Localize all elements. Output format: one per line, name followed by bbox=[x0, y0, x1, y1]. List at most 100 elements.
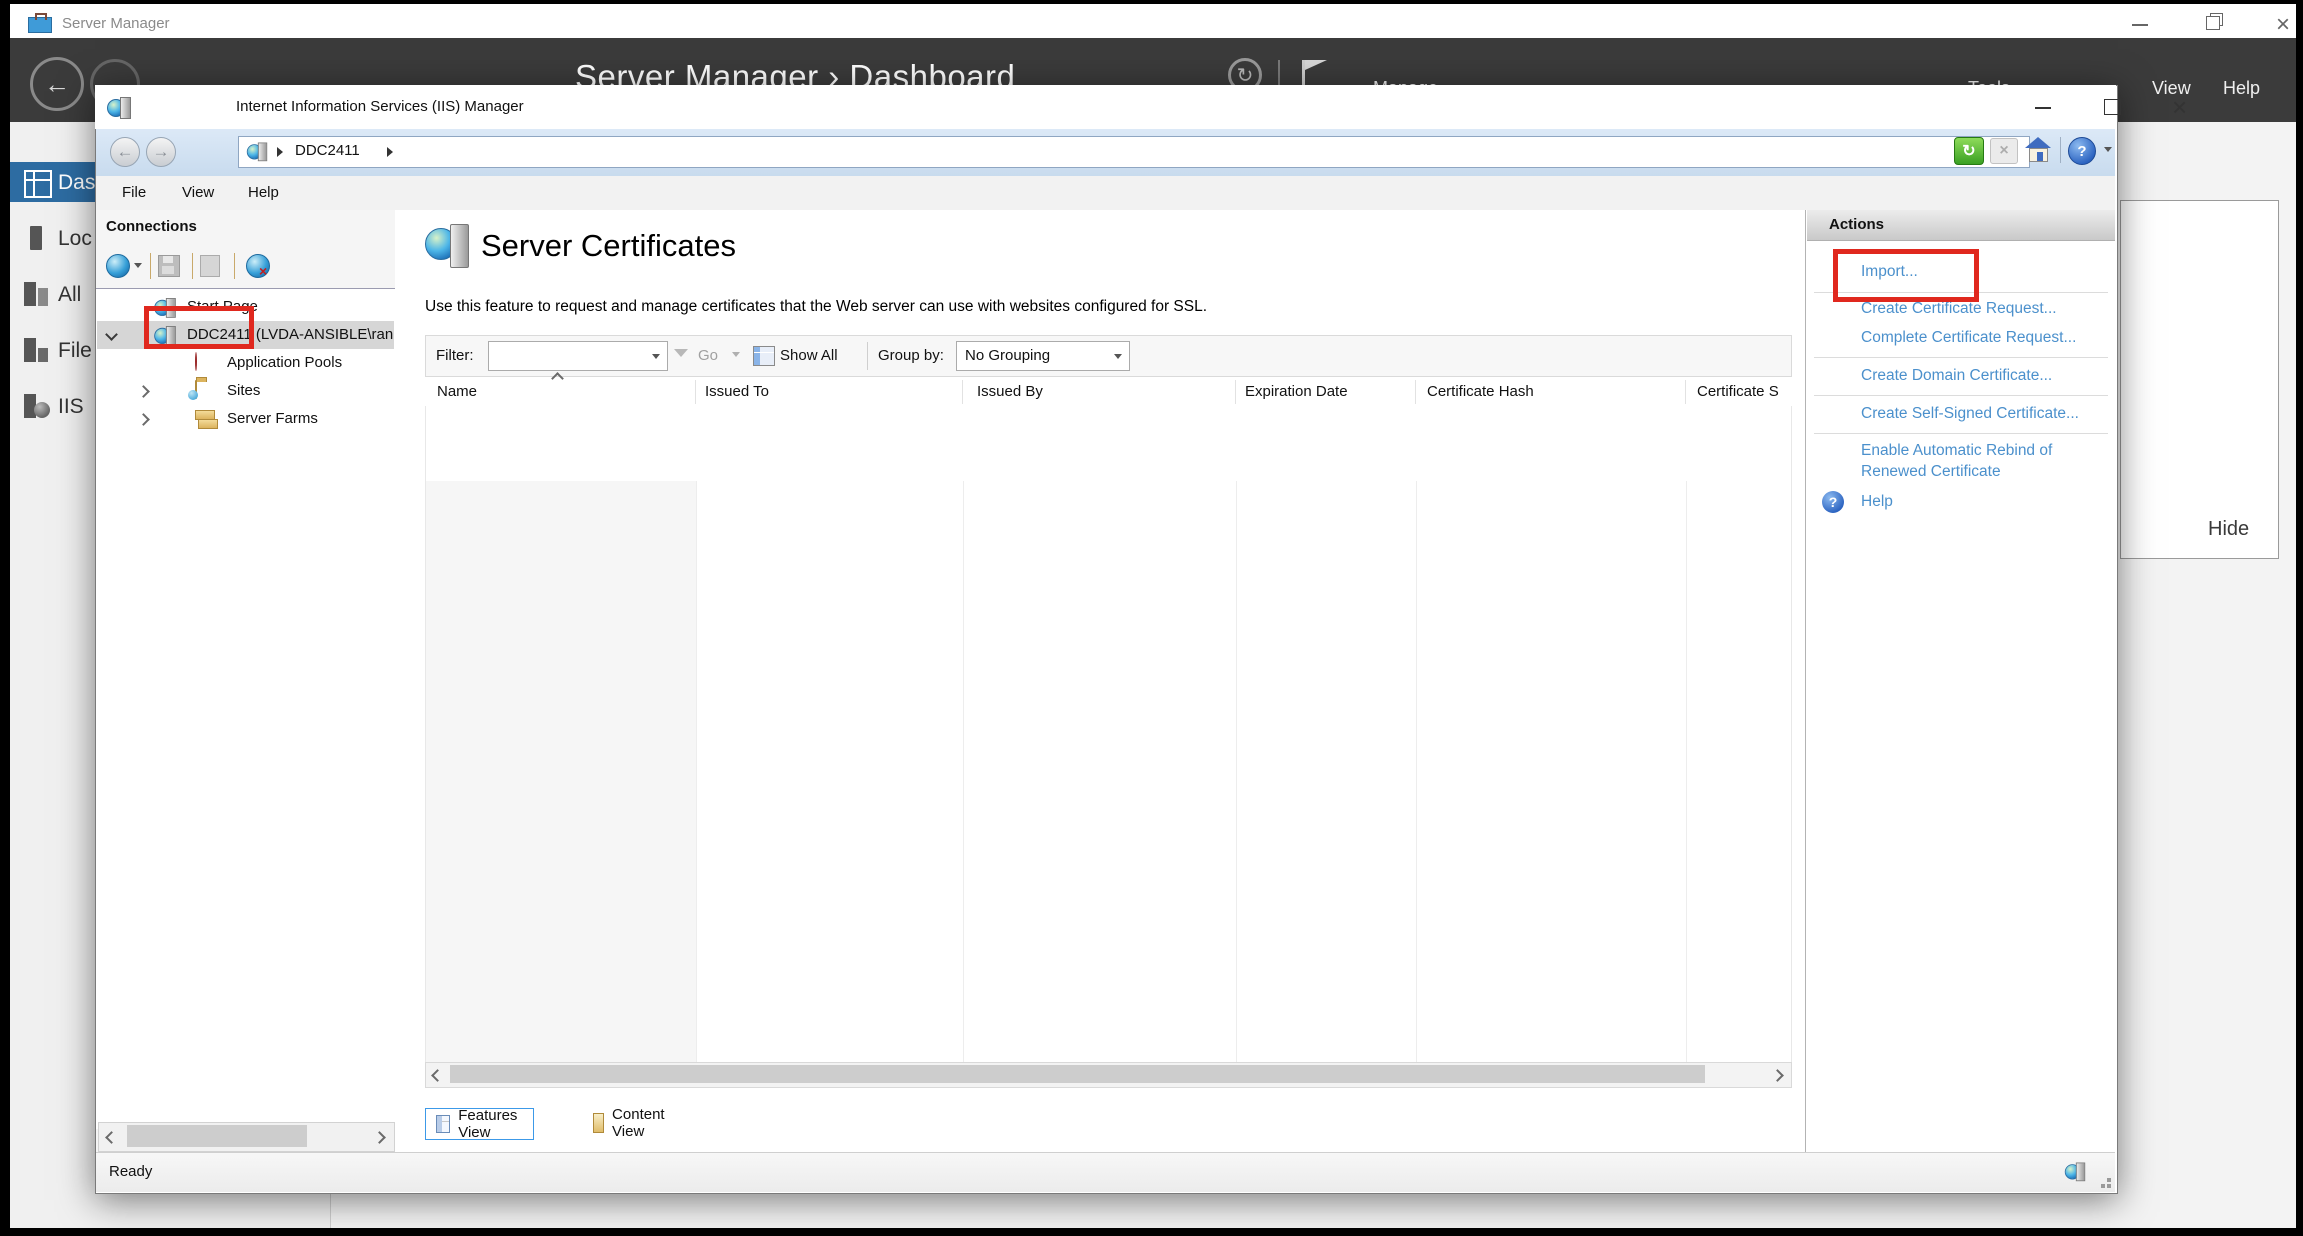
iis-window-title: Internet Information Services (IIS) Mana… bbox=[236, 98, 524, 115]
group-by-label: Group by: bbox=[878, 347, 944, 364]
connections-header: Connections bbox=[106, 218, 197, 235]
tab-content-view[interactable]: Content View bbox=[593, 1108, 670, 1138]
refresh-button[interactable]: ↻ bbox=[1954, 137, 1984, 165]
column-name[interactable]: Name bbox=[437, 383, 477, 400]
column-headers: Name Issued To Issued By Expiration Date… bbox=[425, 378, 1790, 407]
go-dropdown-icon[interactable] bbox=[732, 352, 740, 357]
help-dropdown-icon[interactable] bbox=[2104, 147, 2112, 152]
action-help[interactable]: Help bbox=[1861, 493, 1893, 511]
breadcrumb-server[interactable]: DDC2411 bbox=[295, 142, 360, 159]
address-divider bbox=[2060, 137, 2061, 163]
tab-features-view[interactable]: Features View bbox=[425, 1108, 534, 1140]
list-hscrollbar[interactable] bbox=[425, 1062, 1792, 1088]
file-storage-icon bbox=[24, 338, 48, 362]
annotation-box-import bbox=[1833, 249, 1979, 302]
connections-tree: Start Page DDC2411 (LVDA-ANSIBLE\ran App… bbox=[96, 289, 395, 1129]
tree-item-sites[interactable]: Sites bbox=[97, 377, 394, 405]
column-issued-by[interactable]: Issued By bbox=[977, 383, 1043, 400]
breadcrumb-arrow-icon[interactable] bbox=[277, 147, 283, 157]
connections-panel: Connections × Start Page DDC2411 (LVDA-A… bbox=[96, 210, 396, 1152]
features-view-icon bbox=[436, 1115, 450, 1133]
grouping-select[interactable]: No Grouping bbox=[956, 341, 1130, 371]
servers-icon bbox=[24, 282, 48, 306]
action-create-self-signed-certificate[interactable]: Create Self-Signed Certificate... bbox=[1861, 405, 2079, 423]
connections-toolbar: × bbox=[96, 246, 395, 289]
home-button[interactable] bbox=[2024, 137, 2052, 163]
feature-content: Server Certificates Use this feature to … bbox=[395, 210, 1805, 1152]
iis-sidebar-icon bbox=[24, 394, 48, 418]
server-manager-title: Server Manager bbox=[62, 15, 170, 32]
iis-back-button[interactable]: ← bbox=[110, 137, 140, 167]
scroll-right-icon[interactable] bbox=[373, 1131, 386, 1144]
go-button[interactable]: Go bbox=[698, 347, 718, 364]
help-button[interactable]: ? bbox=[2068, 137, 2096, 165]
action-enable-automatic-rebind[interactable]: Enable Automatic Rebind of Renewed Certi… bbox=[1861, 440, 2111, 482]
dashboard-grid-icon bbox=[24, 170, 52, 198]
action-create-domain-certificate[interactable]: Create Domain Certificate... bbox=[1861, 367, 2052, 385]
scroll-left-icon[interactable] bbox=[431, 1069, 444, 1082]
sm-banner-divider bbox=[1278, 60, 1280, 86]
iis-minimize-button[interactable] bbox=[2035, 107, 2051, 109]
tree-item-server-farms[interactable]: Server Farms bbox=[97, 405, 394, 433]
connect-server-icon[interactable] bbox=[106, 254, 130, 278]
column-issued-to[interactable]: Issued To bbox=[705, 383, 769, 400]
iis-address-icon bbox=[247, 143, 267, 160]
menu-view[interactable]: View bbox=[182, 184, 214, 201]
sm-minimize-button[interactable] bbox=[2132, 24, 2148, 26]
server-farms-icon bbox=[195, 409, 217, 429]
menu-help[interactable]: Help bbox=[248, 184, 279, 201]
show-all-button[interactable]: Show All bbox=[780, 347, 838, 364]
action-complete-certificate-request[interactable]: Complete Certificate Request... bbox=[1861, 329, 2076, 347]
page-title: Server Certificates bbox=[481, 228, 736, 264]
sm-restore-button[interactable] bbox=[2206, 16, 2220, 30]
actions-panel: Actions Import... Create Certificate Req… bbox=[1805, 210, 2116, 1152]
filter-input[interactable] bbox=[488, 341, 668, 371]
filter-dropdown-icon[interactable] bbox=[652, 354, 660, 359]
menu-file[interactable]: File bbox=[122, 184, 146, 201]
status-text: Ready bbox=[109, 1163, 152, 1180]
sm-welcome-tile bbox=[2120, 200, 2279, 559]
server-certificates-icon bbox=[425, 224, 469, 270]
save-connections-icon[interactable] bbox=[158, 255, 180, 277]
iis-forward-button[interactable]: → bbox=[146, 137, 176, 167]
certificates-list[interactable] bbox=[425, 406, 1792, 1062]
column-certificate-store[interactable]: Certificate S bbox=[1697, 383, 1779, 400]
sm-back-button[interactable]: ← bbox=[30, 57, 84, 111]
action-create-certificate-request[interactable]: Create Certificate Request... bbox=[1861, 300, 2057, 318]
content-view-icon bbox=[593, 1113, 604, 1133]
grouping-dropdown-icon[interactable] bbox=[1114, 354, 1122, 359]
iis-address-field[interactable]: DDC2411 bbox=[238, 136, 2030, 168]
sm-welcome-hide-button[interactable]: Hide bbox=[2208, 518, 2249, 541]
expand-chevron-icon[interactable] bbox=[137, 413, 150, 426]
sm-close-button[interactable]: × bbox=[2276, 11, 2290, 39]
actions-header: Actions bbox=[1807, 210, 2115, 241]
iis-titlebar: Internet Information Services (IIS) Mana… bbox=[95, 85, 2116, 129]
column-certificate-hash[interactable]: Certificate Hash bbox=[1427, 383, 1534, 400]
breadcrumb-arrow-icon[interactable] bbox=[387, 147, 393, 157]
connect-dropdown-icon[interactable] bbox=[134, 263, 142, 268]
sm-menu-help[interactable]: Help bbox=[2223, 78, 2260, 99]
edit-connection-icon[interactable] bbox=[200, 255, 220, 277]
page-description: Use this feature to request and manage c… bbox=[425, 298, 1207, 316]
iis-logo-icon bbox=[107, 97, 131, 117]
expand-chevron-icon[interactable] bbox=[137, 385, 150, 398]
server-manager-logo-icon bbox=[28, 13, 50, 31]
connections-hscrollbar[interactable] bbox=[98, 1122, 395, 1152]
tree-item-application-pools[interactable]: Application Pools bbox=[97, 349, 394, 377]
grouping-value: No Grouping bbox=[965, 347, 1050, 364]
actions-help-icon: ? bbox=[1822, 491, 1844, 513]
iis-address-bar: ← → DDC2411 ↻ × ? bbox=[96, 129, 2115, 177]
iis-close-button[interactable]: × bbox=[2172, 94, 2187, 120]
resize-grip[interactable] bbox=[2107, 1184, 2111, 1188]
annotation-box-ddc2411 bbox=[144, 306, 254, 349]
column-expiration-date[interactable]: Expiration Date bbox=[1245, 383, 1348, 400]
delete-connection-icon[interactable]: × bbox=[246, 254, 270, 278]
iis-menu-bar: File View Help bbox=[96, 176, 2115, 211]
scroll-right-icon[interactable] bbox=[1771, 1069, 1784, 1082]
stop-button[interactable]: × bbox=[1990, 138, 2018, 164]
collapse-chevron-icon[interactable] bbox=[105, 328, 118, 341]
status-iis-icon bbox=[2065, 1163, 2085, 1180]
scroll-left-icon[interactable] bbox=[105, 1131, 118, 1144]
iis-maximize-button[interactable] bbox=[2104, 99, 2121, 115]
go-funnel-icon bbox=[674, 349, 688, 357]
